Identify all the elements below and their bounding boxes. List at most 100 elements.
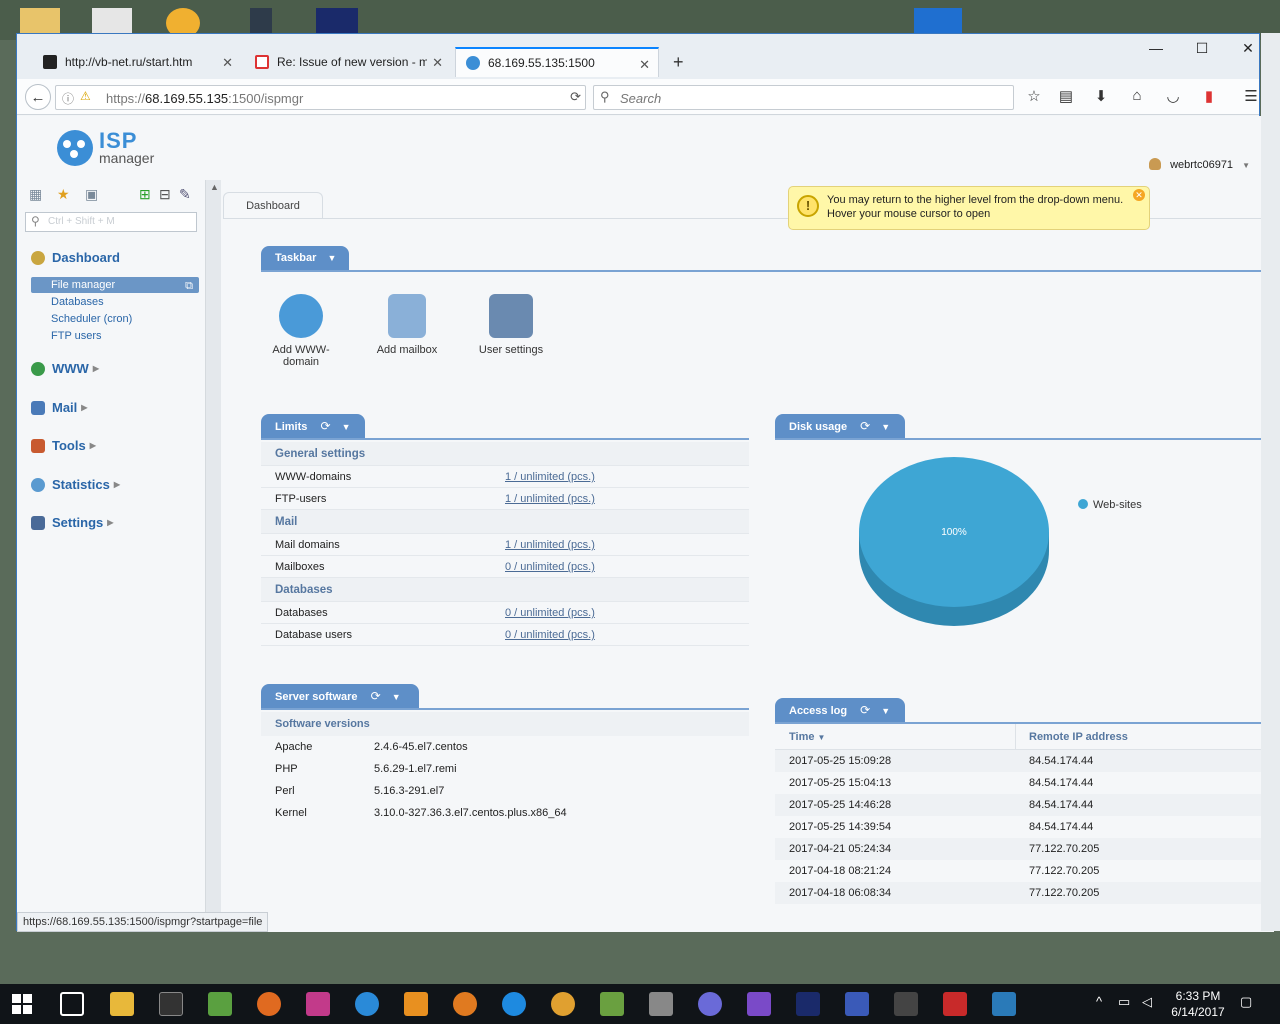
notifications-icon[interactable]: ▢ <box>1240 994 1252 1010</box>
add-mailbox-button[interactable]: Add mailbox <box>365 294 449 356</box>
sidebar-section-mail[interactable]: Mail ▶ <box>31 400 87 415</box>
warning-lock-icon[interactable]: ⚠ <box>80 89 91 103</box>
download-icon[interactable]: ⬇ <box>1090 87 1112 105</box>
sun-app-icon[interactable] <box>551 992 575 1016</box>
sidebar-section-settings[interactable]: Settings ▶ <box>31 515 113 530</box>
app-icon[interactable] <box>404 992 428 1016</box>
column-header-time[interactable]: Time ▼ <box>789 724 825 751</box>
close-icon[interactable]: ✕ <box>432 55 443 71</box>
user-settings-button[interactable]: User settings <box>469 294 553 356</box>
app-icon[interactable] <box>698 992 722 1016</box>
tree-view-icon[interactable]: ▦ <box>29 186 42 203</box>
visual-studio-icon[interactable] <box>747 992 771 1016</box>
close-window-icon[interactable]: ✕ <box>1233 40 1263 57</box>
limit-value-link[interactable]: 0 / unlimited (pcs.) <box>505 624 595 646</box>
refresh-icon[interactable]: ⟳ <box>860 419 870 433</box>
favorites-star-icon[interactable]: ★ <box>57 186 70 203</box>
file-explorer-icon[interactable] <box>110 992 134 1016</box>
table-row[interactable]: 2017-04-21 05:24:34 77.122.70.205 <box>775 838 1263 860</box>
home-icon[interactable]: ⌂ <box>1126 87 1148 104</box>
limit-value-link[interactable]: 0 / unlimited (pcs.) <box>505 602 595 624</box>
menu-icon[interactable]: ☰ <box>1240 87 1262 105</box>
maximize-icon[interactable]: ☐ <box>1187 40 1217 57</box>
bookmark-star-icon[interactable]: ☆ <box>1023 87 1045 105</box>
user-menu[interactable]: webrtc06971 ▼ <box>1149 158 1250 171</box>
reload-icon[interactable]: ⟳ <box>570 89 581 105</box>
chevron-down-icon[interactable]: ▼ <box>342 422 351 432</box>
refresh-icon[interactable]: ⟳ <box>371 689 381 703</box>
limits-panel-header[interactable]: Limits ⟳ ▼ <box>261 414 365 438</box>
limit-value-link[interactable]: 1 / unlimited (pcs.) <box>505 488 595 510</box>
app-icon[interactable] <box>600 992 624 1016</box>
column-separator[interactable] <box>1015 724 1016 750</box>
back-button[interactable]: ← <box>25 84 51 110</box>
firefox-icon[interactable] <box>257 992 281 1016</box>
chevron-down-icon[interactable]: ▼ <box>881 422 890 432</box>
sidebar-item-databases[interactable]: Databases <box>31 294 199 310</box>
table-row[interactable]: 2017-05-25 15:04:13 84.54.174.44 <box>775 772 1263 794</box>
expand-all-icon[interactable]: ⊞ <box>139 186 151 203</box>
filezilla-icon[interactable] <box>943 992 967 1016</box>
tab-ispmanager[interactable]: 68.169.55.135:1500 ✕ <box>455 47 659 77</box>
app-icon[interactable] <box>894 992 918 1016</box>
chevron-down-icon[interactable]: ▼ <box>392 692 401 702</box>
app-icon[interactable] <box>845 992 869 1016</box>
blender-icon[interactable] <box>453 992 477 1016</box>
app-icon[interactable] <box>355 992 379 1016</box>
pin-icon[interactable]: ✎ <box>179 186 191 203</box>
close-icon[interactable]: ✕ <box>639 57 650 73</box>
server-software-panel-header[interactable]: Server software ⟳ ▼ <box>261 684 419 708</box>
close-icon[interactable]: ✕ <box>222 55 233 71</box>
app-icon[interactable] <box>306 992 330 1016</box>
close-icon[interactable]: ✕ <box>1133 189 1145 201</box>
task-view-icon[interactable] <box>60 992 84 1016</box>
refresh-icon[interactable]: ⟳ <box>320 419 330 433</box>
table-row[interactable]: 2017-04-18 08:21:24 77.122.70.205 <box>775 860 1263 882</box>
volume-icon[interactable]: ◁ <box>1142 994 1152 1010</box>
terminal-icon[interactable] <box>159 992 183 1016</box>
limit-value-link[interactable]: 0 / unlimited (pcs.) <box>505 556 595 578</box>
collapse-all-icon[interactable]: ⊟ <box>159 186 171 203</box>
limit-value-link[interactable]: 1 / unlimited (pcs.) <box>505 466 595 488</box>
chevron-down-icon[interactable]: ▼ <box>327 253 336 263</box>
open-new-window-icon[interactable]: ⧉ <box>185 278 193 294</box>
info-icon[interactable]: ⓘ <box>62 90 74 107</box>
sidebar-section-tools[interactable]: Tools ▶ <box>31 438 96 453</box>
network-icon[interactable]: ▭ <box>1118 994 1130 1010</box>
pocket-icon[interactable]: ◡ <box>1162 87 1184 105</box>
sidebar-item-scheduler[interactable]: Scheduler (cron) <box>31 311 199 327</box>
app-icon[interactable] <box>208 992 232 1016</box>
chevron-down-icon[interactable]: ▼ <box>881 706 890 716</box>
sidebar-section-www[interactable]: WWW ▶ <box>31 361 99 376</box>
tab-dashboard[interactable]: Dashboard <box>223 192 323 218</box>
teamviewer-icon[interactable] <box>502 992 526 1016</box>
sidebar-item-ftp-users[interactable]: FTP users <box>31 328 199 344</box>
sidebar-section-statistics[interactable]: Statistics ▶ <box>31 477 120 492</box>
sidebar-section-dashboard[interactable]: Dashboard <box>31 250 120 265</box>
table-row[interactable]: 2017-04-18 06:08:34 77.122.70.205 <box>775 882 1263 904</box>
sidebar-search-input[interactable]: ⚲ Ctrl + Shift + M <box>25 212 197 232</box>
briefcase-icon[interactable]: ▣ <box>85 186 98 203</box>
chevron-up-icon[interactable]: ^ <box>1096 994 1102 1009</box>
minimize-icon[interactable]: — <box>1141 40 1171 56</box>
tab-vbnet[interactable]: http://vb-net.ru/start.htm ✕ <box>33 47 241 77</box>
limit-value-link[interactable]: 1 / unlimited (pcs.) <box>505 534 595 556</box>
tab-gmail[interactable]: Re: Issue of new version - m ✕ <box>245 47 451 77</box>
table-row[interactable]: 2017-05-25 14:46:28 84.54.174.44 <box>775 794 1263 816</box>
system-clock[interactable]: 6:33 PM 6/14/2017 <box>1162 988 1234 1020</box>
photoshop-icon[interactable] <box>796 992 820 1016</box>
refresh-icon[interactable]: ⟳ <box>860 703 870 717</box>
scroll-up-icon[interactable]: ▲ <box>210 182 219 192</box>
tools-icon[interactable] <box>649 992 673 1016</box>
sidebar-scrollbar[interactable]: ▲ <box>205 180 221 932</box>
disk-usage-panel-header[interactable]: Disk usage ⟳ ▼ <box>775 414 905 438</box>
address-bar[interactable]: ⓘ ⚠ https://68.169.55.135:1500/ispmgr ⟳ <box>55 85 586 110</box>
table-row[interactable]: 2017-05-25 15:09:28 84.54.174.44 <box>775 750 1263 772</box>
add-www-domain-button[interactable]: Add WWW-domain <box>259 294 343 368</box>
column-header-ip[interactable]: Remote IP address <box>1029 724 1128 750</box>
start-button[interactable] <box>12 994 32 1014</box>
reading-list-icon[interactable]: ▤ <box>1055 87 1077 105</box>
extension-icon[interactable]: ▮ <box>1198 87 1220 105</box>
table-row[interactable]: 2017-05-25 14:39:54 84.54.174.44 <box>775 816 1263 838</box>
taskbar-panel-header[interactable]: Taskbar ▼ <box>261 246 349 270</box>
